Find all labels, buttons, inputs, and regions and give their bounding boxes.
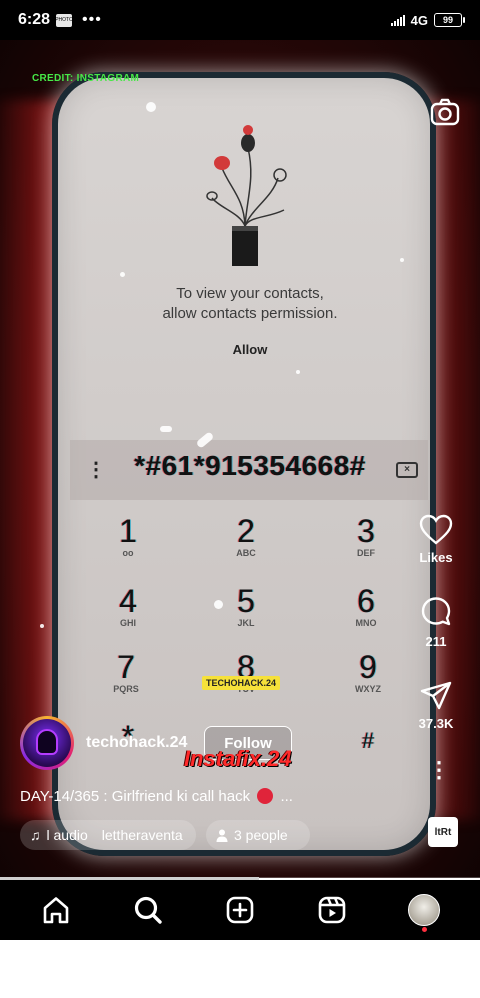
post-caption[interactable]: DAY-14/365 : Girlfriend ki call hack ... (20, 788, 293, 805)
keypad-key-hash: # (328, 724, 408, 758)
sparkle (120, 272, 125, 277)
tagged-people-pill[interactable]: 3 people (206, 820, 310, 850)
key-letters: oo (122, 548, 134, 558)
backspace-icon: × (396, 462, 418, 478)
heart-icon[interactable] (419, 514, 453, 546)
key-digit: 6 (357, 583, 375, 619)
profile-avatar[interactable] (408, 894, 440, 926)
search-icon[interactable] (133, 895, 163, 925)
keypad-key-7: 7 PQRS (86, 650, 166, 694)
more-notifications-icon: ••• (82, 11, 102, 28)
author-avatar[interactable] (20, 716, 74, 770)
sparkle (40, 624, 44, 628)
people-label: 3 people (234, 827, 288, 843)
keypad-key-3: 3 DEF (326, 514, 406, 558)
key-letters: MNO (355, 618, 377, 628)
share-icon[interactable] (419, 680, 453, 712)
photo-notification-icon: PHOTO (55, 13, 73, 27)
home-icon[interactable] (41, 895, 71, 925)
keypad-key-4: 4 GHI (88, 584, 168, 628)
audio-pill[interactable]: ♫ l audio lettheraventa (20, 820, 196, 850)
keypad-key-9: 9 WXYZ (328, 650, 408, 694)
instagram-reel-screen: 6:28 PHOTO ••• 4G 99 CREDIT: INSTAGRAM T… (0, 0, 480, 998)
key-letters: PQRS (113, 684, 139, 694)
sparkle (146, 102, 156, 112)
key-digit: # (361, 728, 375, 753)
status-time: 6:28 (18, 11, 51, 28)
keypad-key-6: 6 MNO (326, 584, 406, 628)
keypad-key-2: 2 ABC (206, 514, 286, 558)
key-letters: GHI (119, 618, 136, 628)
contacts-message-line1: To view your contacts, (176, 285, 324, 302)
audio-track: lettheraventa (101, 827, 183, 843)
music-note-icon: ♫ (30, 827, 41, 843)
notification-dot (422, 927, 427, 932)
keypad-key-1: 1 oo (88, 514, 168, 558)
sparkle (296, 370, 300, 374)
battery-icon: 99 (434, 13, 465, 27)
nav-home[interactable] (28, 882, 84, 938)
key-letters: WXYZ (355, 684, 381, 694)
key-digit: 3 (357, 513, 375, 549)
reels-icon[interactable] (317, 895, 347, 925)
nav-profile[interactable] (396, 882, 452, 938)
comments-count: 211 (425, 634, 447, 649)
status-bar: 6:28 PHOTO ••• 4G 99 (0, 0, 480, 40)
sparkle (214, 600, 223, 609)
site-watermark: TECHOHACK.24 (202, 676, 281, 690)
caption-text: DAY-14/365 : Girlfriend ki call hack (20, 788, 251, 805)
shares-count: 37.3K (418, 716, 454, 731)
caption-more[interactable]: ... (280, 788, 293, 805)
signal-icon (390, 14, 405, 26)
dialed-number: *#61*915354668# (134, 450, 366, 481)
network-type: 4G (410, 12, 428, 28)
plant-illustration (206, 125, 287, 266)
comment-action[interactable]: 211 (406, 596, 466, 649)
more-options-icon[interactable]: ⋮ (428, 759, 450, 781)
key-digit: 4 (119, 583, 137, 619)
comment-icon[interactable] (419, 596, 453, 630)
sparkle (400, 258, 404, 262)
key-digit: 9 (359, 649, 377, 685)
allow-label: Allow (232, 342, 268, 357)
nav-reels[interactable] (304, 882, 360, 938)
key-letters: ABC (236, 548, 256, 558)
sparkle (160, 426, 172, 432)
like-action[interactable]: Likes (406, 514, 466, 565)
author-username[interactable]: techohack.24 (86, 734, 187, 752)
create-icon[interactable] (225, 895, 255, 925)
nav-search[interactable] (120, 882, 176, 938)
nav-create[interactable] (212, 882, 268, 938)
contacts-permission-message: To view your contacts, allow contacts pe… (120, 284, 380, 324)
likes-label: Likes (419, 550, 453, 565)
reel-video[interactable]: CREDIT: INSTAGRAM To view your contacts,… (0, 40, 480, 878)
key-letters: DEF (357, 548, 375, 558)
bottom-nav (0, 880, 480, 940)
angry-face-icon (257, 788, 274, 804)
status-right-group: 4G 99 (390, 12, 465, 28)
share-action[interactable]: 37.3K (406, 680, 466, 731)
brand-watermark: Instafix.24 (184, 746, 292, 771)
audio-thumbnail[interactable]: ltRt (428, 817, 458, 847)
key-digit: 2 (237, 513, 255, 549)
camera-icon[interactable] (430, 98, 460, 131)
battery-level: 99 (442, 15, 453, 25)
key-letters: JKL (237, 618, 255, 628)
key-digit: 7 (117, 649, 135, 685)
credit-label: CREDIT: INSTAGRAM (32, 73, 140, 84)
person-icon (216, 829, 228, 842)
key-digit: 1 (119, 513, 137, 549)
contacts-message-line2: allow contacts permission. (162, 305, 338, 322)
audio-label: l audio (46, 827, 88, 843)
